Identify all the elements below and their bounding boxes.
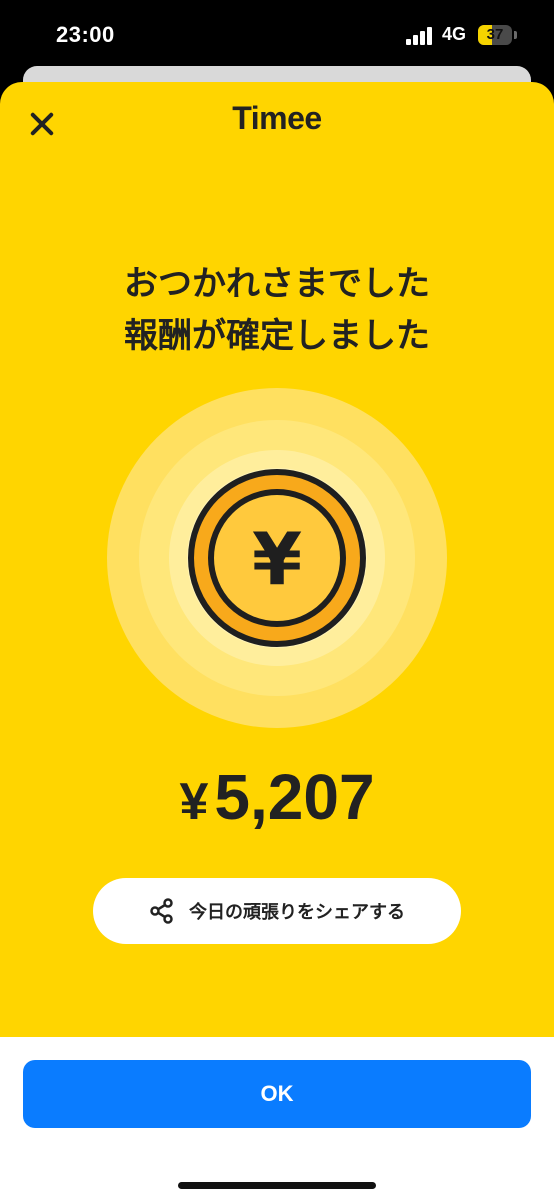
bottom-bar: OK xyxy=(0,1037,554,1199)
ok-button[interactable]: OK xyxy=(23,1060,531,1128)
reward-amount: ¥5,207 xyxy=(0,760,554,834)
headline-line-2: 報酬が確定しました xyxy=(124,316,430,356)
headline: おつかれさまでした 報酬が確定しました xyxy=(0,258,554,362)
app-logo: Timee xyxy=(232,100,322,136)
battery-icon: 37 xyxy=(478,25,512,45)
status-bar: 23:00 4G 37 xyxy=(0,0,554,70)
amount-value: 5,207 xyxy=(214,761,375,833)
currency-symbol: ¥ xyxy=(179,773,209,831)
headline-line-1: おつかれさまでした xyxy=(124,264,430,304)
battery-tip xyxy=(514,31,517,39)
yen-coin-icon: ¥ xyxy=(107,388,447,728)
network-type: 4G xyxy=(442,24,467,44)
status-time: 23:00 xyxy=(56,22,115,47)
share-button[interactable]: 今日の頑張りをシェアする xyxy=(93,878,461,944)
share-icon xyxy=(150,898,173,924)
svg-text:¥: ¥ xyxy=(252,517,302,601)
share-button-label: 今日の頑張りをシェアする xyxy=(189,902,405,923)
battery-level: 37 xyxy=(486,26,504,43)
home-indicator[interactable] xyxy=(178,1182,376,1189)
signal-icon xyxy=(406,27,434,45)
reward-sheet: Timee おつかれさまでした 報酬が確定しました ¥ ¥5,207 今日の頑張… xyxy=(0,82,554,1199)
